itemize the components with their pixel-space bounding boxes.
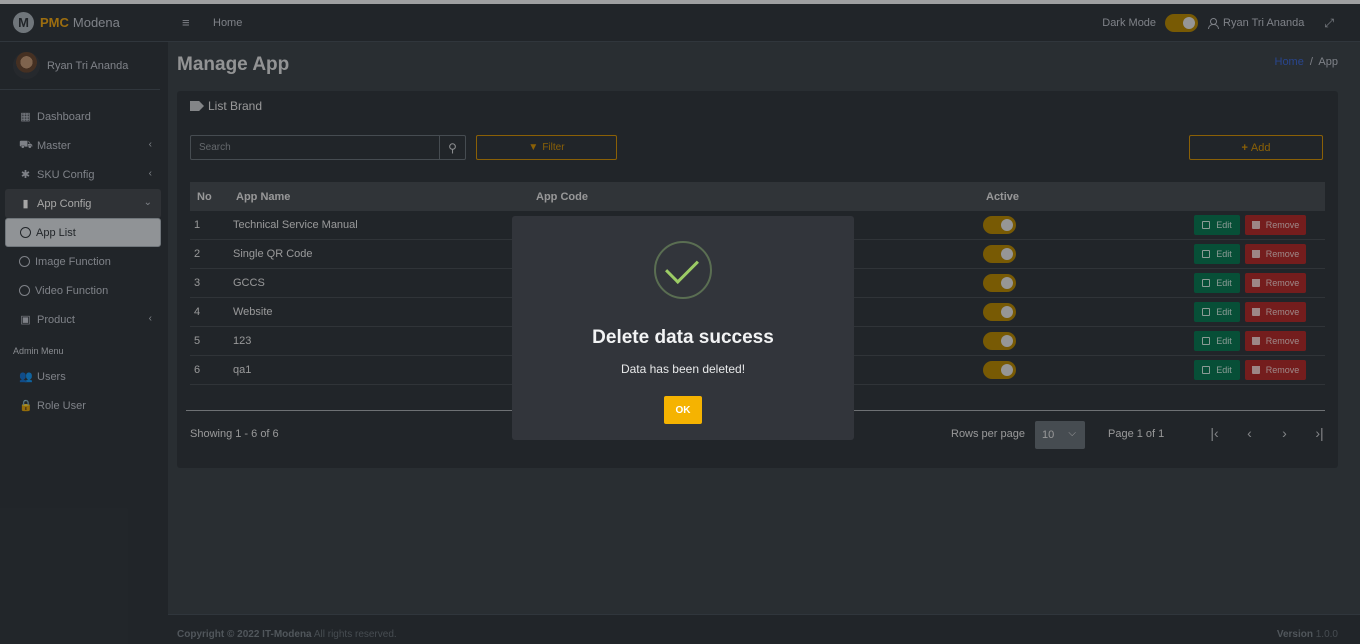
- check-mark: [665, 250, 699, 284]
- modal-backdrop[interactable]: Delete data success Data has been delete…: [0, 0, 1360, 644]
- success-check-icon: [654, 241, 712, 299]
- dialog-title: Delete data success: [592, 327, 774, 348]
- dialog-message: Data has been deleted!: [620, 362, 746, 376]
- success-dialog: Delete data success Data has been delete…: [512, 216, 854, 440]
- ok-button[interactable]: OK: [664, 396, 702, 424]
